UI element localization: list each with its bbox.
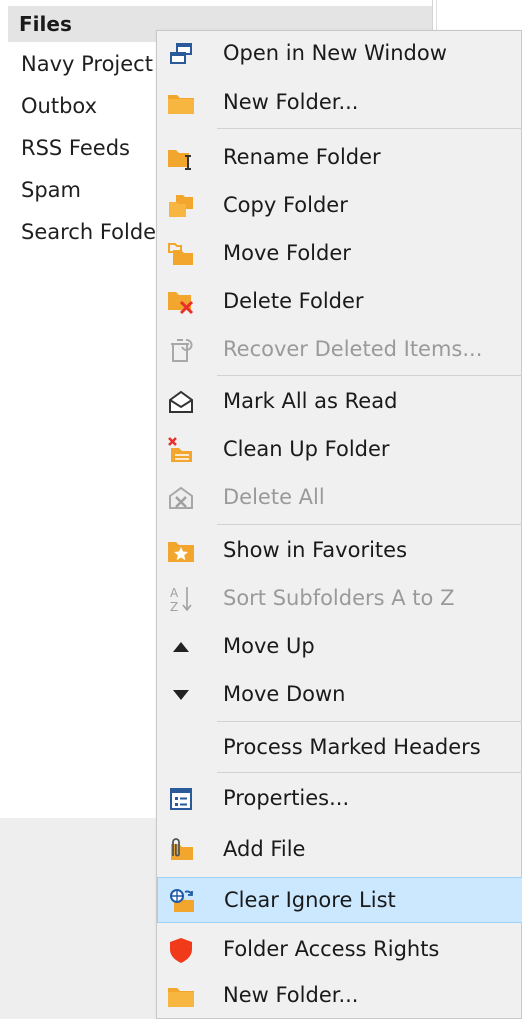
files-header-label: Files (19, 12, 72, 36)
rename-folder-icon (167, 144, 195, 172)
menu-item-label: Mark All as Read (223, 389, 398, 413)
add-file-icon (167, 836, 195, 864)
clear-ignore-icon (168, 887, 196, 915)
svg-text:A: A (170, 586, 179, 600)
menu-item-mark-all-read[interactable]: Mark All as Read (157, 379, 522, 425)
menu-item-new-folder-2[interactable]: New Folder... (157, 973, 522, 1019)
new-folder-icon (167, 982, 195, 1010)
sort-az-icon: A Z (167, 585, 195, 614)
menu-item-label: Copy Folder (223, 193, 348, 217)
menu-item-label: Properties... (223, 786, 350, 810)
menu-item-open-new-window[interactable]: Open in New Window (157, 31, 522, 77)
move-folder-icon (167, 240, 195, 268)
menu-separator (217, 772, 522, 773)
menu-item-folder-access-rights[interactable]: Folder Access Rights (157, 927, 522, 973)
menu-item-label: Move Down (223, 682, 346, 706)
folder-item-navy-project[interactable]: Navy Project (21, 52, 153, 76)
folder-item-rss-feeds[interactable]: RSS Feeds (21, 136, 130, 160)
menu-item-label: Move Up (223, 634, 315, 658)
menu-item-label: New Folder... (223, 90, 359, 114)
menu-item-label: Rename Folder (223, 145, 381, 169)
menu-item-process-marked-headers[interactable]: Process Marked Headers (157, 725, 522, 771)
menu-separator (217, 128, 522, 129)
delete-all-icon (167, 484, 195, 512)
menu-item-sort-subfolders[interactable]: A Z Sort Subfolders A to Z (157, 576, 522, 622)
open-window-icon (167, 40, 195, 68)
menu-item-rename-folder[interactable]: Rename Folder (157, 135, 522, 181)
menu-item-label: Recover Deleted Items... (223, 337, 483, 361)
folder-item-spam[interactable]: Spam (21, 178, 81, 202)
context-menu: Open in New Window New Folder... Rename … (156, 30, 522, 1019)
menu-item-label: Sort Subfolders A to Z (223, 586, 455, 610)
favorites-star-icon (167, 537, 195, 565)
menu-item-new-folder[interactable]: New Folder... (157, 80, 522, 126)
menu-item-move-down[interactable]: Move Down (157, 672, 522, 718)
menu-item-clean-up-folder[interactable]: Clean Up Folder (157, 427, 522, 473)
menu-separator (217, 721, 522, 722)
clean-up-icon (167, 436, 195, 464)
menu-item-label: Delete All (223, 485, 325, 509)
menu-item-label: Delete Folder (223, 289, 364, 313)
menu-item-add-file[interactable]: Add File (157, 827, 522, 873)
menu-item-delete-folder[interactable]: Delete Folder (157, 279, 522, 325)
menu-separator (217, 524, 522, 525)
svg-text:Z: Z (170, 600, 178, 614)
folder-item-outbox[interactable]: Outbox (21, 94, 97, 118)
menu-item-move-up[interactable]: Move Up (157, 624, 522, 670)
menu-separator (217, 375, 522, 376)
menu-item-move-folder[interactable]: Move Folder (157, 231, 522, 277)
menu-item-delete-all[interactable]: Delete All (157, 475, 522, 521)
menu-item-properties[interactable]: Properties... (157, 776, 522, 822)
recover-items-icon (167, 336, 195, 364)
menu-item-label: Open in New Window (223, 41, 447, 65)
mark-read-icon (167, 388, 195, 416)
menu-item-label: Process Marked Headers (223, 735, 481, 759)
new-folder-icon (167, 89, 195, 117)
shield-icon (167, 936, 195, 964)
copy-folder-icon (167, 192, 195, 220)
menu-item-label: Show in Favorites (223, 538, 408, 562)
menu-item-label: Add File (223, 837, 306, 861)
menu-item-clear-ignore-list[interactable]: Clear Ignore List (157, 877, 522, 923)
delete-folder-icon (167, 288, 195, 316)
triangle-up-icon (167, 633, 195, 661)
folder-item-search-folders[interactable]: Search Folders (21, 220, 176, 244)
triangle-down-icon (167, 681, 195, 709)
properties-icon (167, 785, 195, 813)
menu-item-label: Clear Ignore List (224, 888, 396, 912)
menu-item-show-in-favorites[interactable]: Show in Favorites (157, 528, 522, 574)
menu-item-label: Clean Up Folder (223, 437, 390, 461)
menu-item-label: Folder Access Rights (223, 937, 440, 961)
menu-item-copy-folder[interactable]: Copy Folder (157, 183, 522, 229)
menu-item-label: Move Folder (223, 241, 351, 265)
menu-item-label: New Folder... (223, 983, 359, 1007)
menu-item-recover-deleted[interactable]: Recover Deleted Items... (157, 327, 522, 373)
